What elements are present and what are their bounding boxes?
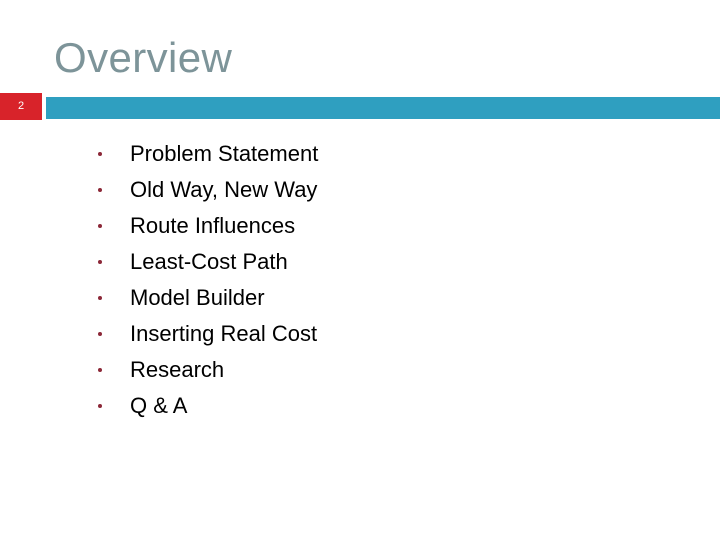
bullet-dot-icon bbox=[98, 152, 102, 156]
list-item: Q & A bbox=[95, 388, 655, 424]
list-item-label: Least-Cost Path bbox=[130, 249, 288, 274]
slide-number-label: 2 bbox=[17, 100, 25, 112]
list-item-label: Route Influences bbox=[130, 213, 296, 238]
bullet-dot-icon bbox=[98, 332, 102, 336]
list-item-label: Old Way, New Way bbox=[130, 177, 318, 202]
bullet-dot-icon bbox=[98, 224, 102, 228]
list-item-label: Inserting Real Cost bbox=[130, 321, 318, 346]
bullet-dot-icon bbox=[98, 188, 102, 192]
page-title: Overview bbox=[54, 34, 233, 81]
list-item-label: Problem Statement bbox=[130, 141, 319, 166]
header-accent-bar bbox=[46, 97, 720, 119]
list-item: Old Way, New Way bbox=[95, 172, 655, 208]
list-item-label: Model Builder bbox=[130, 285, 265, 310]
list-item: Problem Statement bbox=[95, 136, 655, 172]
bullet-dot-icon bbox=[98, 404, 102, 408]
slide-number-badge: 2 bbox=[0, 93, 42, 120]
list-item: Least-Cost Path bbox=[95, 244, 655, 280]
list-item: Inserting Real Cost bbox=[95, 316, 655, 352]
list-item: Model Builder bbox=[95, 280, 655, 316]
bullet-list: Problem Statement Old Way, New Way Route… bbox=[95, 136, 655, 424]
bullet-dot-icon bbox=[98, 296, 102, 300]
list-item-label: Research bbox=[130, 357, 225, 382]
list-item-label: Q & A bbox=[130, 393, 188, 418]
bullet-dot-icon bbox=[98, 260, 102, 264]
list-item: Route Influences bbox=[95, 208, 655, 244]
list-item: Research bbox=[95, 352, 655, 388]
bullet-dot-icon bbox=[98, 368, 102, 372]
presentation-slide: Overview 2 Problem Statement Old Way, Ne… bbox=[0, 0, 720, 540]
